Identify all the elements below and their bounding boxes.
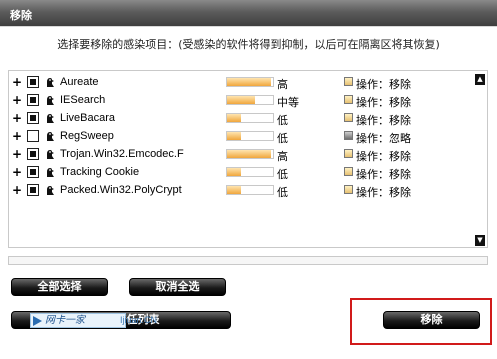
- threat-level-label: 高: [277, 78, 288, 91]
- item-checkbox[interactable]: [27, 94, 39, 106]
- list-item[interactable]: + Tracking Cookie 低 操作：移除: [9, 164, 475, 181]
- scroll-up-icon[interactable]: ▲: [475, 74, 485, 85]
- item-checkbox[interactable]: [27, 76, 39, 88]
- expand-icon[interactable]: +: [12, 129, 22, 143]
- threat-level-bar: [226, 149, 274, 159]
- threat-level-label: 中等: [277, 96, 299, 109]
- threat-level-bar: [226, 95, 274, 105]
- window-title: 移除: [10, 9, 32, 22]
- threat-level-bar: [226, 113, 274, 123]
- action-label[interactable]: 操作：移除: [356, 184, 411, 200]
- infection-list: + Aureate 高操作：移除 + IESearch 中等 操作：移除 + LiveBacar…: [8, 70, 488, 248]
- threat-icon: [44, 166, 56, 178]
- list-item[interactable]: + Aureate 高 操作：移除: [9, 74, 475, 91]
- threat-level-bar: [226, 167, 274, 177]
- threat-level-label: 低: [277, 168, 288, 181]
- threat-level-label: 低: [277, 114, 288, 127]
- expand-icon[interactable]: +: [12, 165, 22, 179]
- action-label[interactable]: 操作：忽略: [356, 130, 411, 146]
- list-item[interactable]: + Packed.Win32.PolyCrypt 低 操作：移除: [9, 182, 475, 199]
- item-checkbox[interactable]: [27, 130, 39, 142]
- remove-highlight-box: [350, 298, 492, 345]
- item-checkbox[interactable]: [27, 148, 39, 160]
- item-checkbox[interactable]: [27, 166, 39, 178]
- item-checkbox[interactable]: [27, 184, 39, 196]
- list-item[interactable]: + LiveBacara 低 操作：移除: [9, 110, 475, 127]
- action-icon[interactable]: [344, 77, 353, 86]
- threat-level-bar: [226, 77, 274, 87]
- action-label[interactable]: 操作：移除: [356, 76, 411, 92]
- threat-name: Packed.Win32.PolyCrypt: [60, 184, 182, 196]
- item-checkbox[interactable]: [27, 112, 39, 124]
- vertical-scrollbar[interactable]: ▲ ▼: [475, 74, 485, 246]
- action-label[interactable]: 操作：移除: [356, 148, 411, 164]
- threat-icon: [44, 148, 56, 160]
- threat-name: RegSweep: [60, 130, 114, 142]
- threat-level-bar: [226, 131, 274, 141]
- threat-icon: [44, 94, 56, 106]
- threat-icon: [44, 184, 56, 196]
- threat-name: LiveBacara: [60, 112, 116, 124]
- title-bar: 移除: [0, 0, 497, 27]
- watermark-logo: 网卡一家: [30, 313, 126, 328]
- expand-icon[interactable]: +: [12, 111, 22, 125]
- expand-icon[interactable]: +: [12, 183, 22, 197]
- threat-level-label: 高: [277, 150, 288, 163]
- action-icon[interactable]: [344, 185, 353, 194]
- list-item[interactable]: + Trojan.Win32.Emcodec.F 高 操作：移除: [9, 146, 475, 163]
- horizontal-scrollbar[interactable]: [8, 256, 488, 265]
- threat-icon: [44, 76, 56, 88]
- action-label[interactable]: 操作：移除: [356, 94, 411, 110]
- threat-level-bar: [226, 185, 274, 195]
- select-all-button[interactable]: 全部选择: [11, 278, 108, 296]
- threat-name: IESearch: [60, 94, 106, 106]
- scroll-down-icon[interactable]: ▼: [475, 235, 485, 246]
- threat-icon: [44, 112, 56, 124]
- instruction-text: 选择要移除的感染项目：(受感染的软件将得到抑制，以后可在隔离区将其恢复): [57, 38, 440, 51]
- threat-name: Trojan.Win32.Emcodec.F: [60, 148, 184, 160]
- action-icon[interactable]: [344, 95, 353, 104]
- threat-name: Aureate: [60, 76, 99, 88]
- action-icon[interactable]: [344, 131, 353, 140]
- threat-level-label: 低: [277, 132, 288, 145]
- action-label[interactable]: 操作：移除: [356, 166, 411, 182]
- expand-icon[interactable]: +: [12, 93, 22, 107]
- action-icon[interactable]: [344, 149, 353, 158]
- threat-icon: [44, 130, 56, 142]
- expand-icon[interactable]: +: [12, 147, 22, 161]
- deselect-all-button[interactable]: 取消全选: [129, 278, 226, 296]
- action-icon[interactable]: [344, 167, 353, 176]
- list-item[interactable]: + RegSweep 低 操作：忽略: [9, 128, 475, 145]
- action-icon[interactable]: [344, 113, 353, 122]
- expand-icon[interactable]: +: [12, 75, 22, 89]
- action-label[interactable]: 操作：移除: [356, 112, 411, 128]
- threat-name: Tracking Cookie: [60, 166, 140, 178]
- list-item[interactable]: + IESearch 中等 操作：移除: [9, 92, 475, 109]
- threat-level-label: 低: [277, 186, 288, 199]
- watermark-subtext: Ijiuan.CN: [120, 315, 158, 325]
